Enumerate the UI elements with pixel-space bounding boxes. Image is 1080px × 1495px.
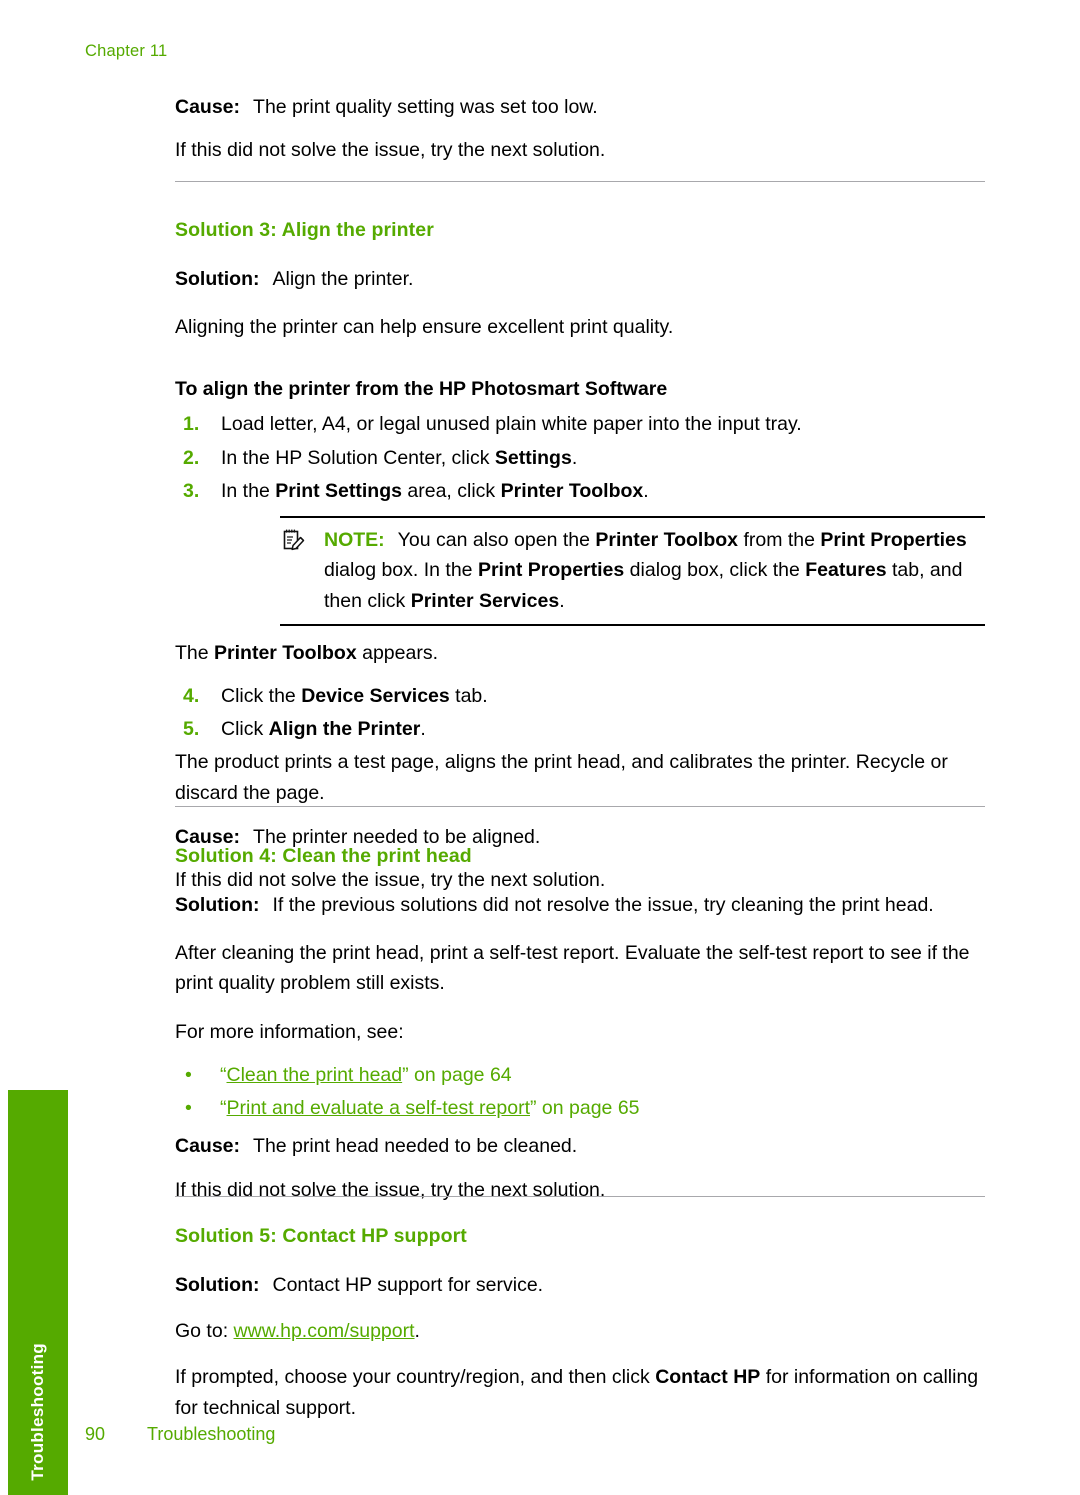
cross-reference-list: • “Clean the print head” on page 64 • “P… <box>175 1060 985 1123</box>
chapter-header: Chapter 11 <box>85 42 168 60</box>
step-text: Click the Device Services tab. <box>221 684 488 707</box>
solution-4-next-solution: If this did not solve the issue, try the… <box>175 1178 606 1201</box>
step-text: In the Print Settings area, click Printe… <box>221 479 649 502</box>
after-note-text: The Printer Toolbox appears. <box>175 641 438 664</box>
note-label: NOTE: <box>324 529 385 552</box>
section-divider-1 <box>175 181 985 182</box>
page-footer: 90 Troubleshooting <box>85 1424 275 1445</box>
cause-label: Cause: <box>175 96 241 118</box>
solution-5-final-paragraph: If prompted, choose your country/region,… <box>175 1366 979 1419</box>
solution-5-heading: Solution 5: Contact HP support <box>175 1225 467 1247</box>
list-item: 3. In the Print Settings area, click Pri… <box>175 476 985 506</box>
solution-label: Solution: <box>175 268 260 290</box>
note-text: You can also open the Printer Toolbox fr… <box>324 529 967 612</box>
step-text: In the HP Solution Center, click Setting… <box>221 446 578 469</box>
procedure-heading: To align the printer from the HP Photosm… <box>175 378 668 401</box>
procedure-steps-2: 4. Click the Device Services tab. 5. Cli… <box>175 681 985 744</box>
support-url-link[interactable]: www.hp.com/support <box>234 1320 415 1342</box>
cause-text: The print quality setting was set too lo… <box>253 96 598 118</box>
solution-3-solution-line: Solution: Align the printer. <box>175 264 985 294</box>
cause-label: Cause: <box>175 1135 241 1158</box>
solution-label: Solution: <box>175 1274 260 1296</box>
side-thumb-tab: Troubleshooting <box>8 1090 68 1495</box>
list-item: • “Print and evaluate a self-test report… <box>175 1093 985 1123</box>
cause-text: The print head needed to be cleaned. <box>253 1135 578 1158</box>
bullet-icon: • <box>185 1097 192 1120</box>
footer-section-name: Troubleshooting <box>147 1424 276 1444</box>
bullet-icon: • <box>185 1063 192 1086</box>
list-item: 4. Click the Device Services tab. <box>175 681 985 711</box>
solution-text: If the previous solutions did not resolv… <box>272 894 934 916</box>
procedure-steps-1: 1. Load letter, A4, or legal unused plai… <box>175 409 985 506</box>
see-also-lead: For more information, see: <box>175 1020 404 1043</box>
goto-tail: . <box>414 1320 420 1343</box>
step-number: 4. <box>183 684 200 707</box>
list-item: 2. In the HP Solution Center, click Sett… <box>175 443 985 473</box>
goto-lead: Go to: <box>175 1320 234 1343</box>
section-divider-2 <box>175 806 985 807</box>
note-pencil-icon <box>282 528 306 552</box>
solution-5-section: Solution 5: Contact HP support Solution:… <box>175 1225 985 1436</box>
solution-text: Align the printer. <box>272 268 414 290</box>
solution-4-paragraph: After cleaning the print head, print a s… <box>175 942 970 995</box>
step-text: Click Align the Printer. <box>221 718 426 741</box>
note-callout: NOTE: You can also open the Printer Toolb… <box>280 516 985 626</box>
solution-3-section: Solution 3: Align the printer Solution: A… <box>175 219 985 908</box>
list-item: 5. Click Align the Printer. <box>175 714 985 744</box>
step-5-continuation: The product prints a test page, aligns t… <box>175 751 948 804</box>
solution-text: Contact HP support for service. <box>272 1274 544 1296</box>
intro-cause-block: Cause: The print quality setting was set … <box>175 92 985 178</box>
solution-5-solution-line: Solution: Contact HP support for service. <box>175 1270 985 1300</box>
cross-reference-link-2[interactable]: “Print and evaluate a self-test report” … <box>220 1097 640 1119</box>
step-number: 1. <box>183 413 200 436</box>
note-content: NOTE: You can also open the Printer Toolb… <box>280 525 985 616</box>
footer-page-number: 90 <box>85 1424 106 1444</box>
solution-4-heading: Solution 4: Clean the print head <box>175 845 472 867</box>
list-item: • “Clean the print head” on page 64 <box>175 1060 985 1090</box>
list-item: 1. Load letter, A4, or legal unused plai… <box>175 409 985 439</box>
solution-3-paragraph: Aligning the printer can help ensure exc… <box>175 316 674 339</box>
intro-cause-line: Cause: The print quality setting was set … <box>175 92 985 122</box>
solution-4-solution-line: Solution: If the previous solutions did n… <box>175 890 985 920</box>
step-number: 2. <box>183 446 200 469</box>
solution-4-section: Solution 4: Clean the print head Solutio… <box>175 845 985 1218</box>
solution-label: Solution: <box>175 894 260 916</box>
solution-4-cause-line: Cause: The print head needed to be cleane… <box>175 1131 985 1161</box>
step-text: Load letter, A4, or legal unused plain w… <box>221 413 802 436</box>
step-number: 5. <box>183 718 200 741</box>
goto-url-line: Go to: www.hp.com/support. <box>175 1316 985 1346</box>
solution-3-heading: Solution 3: Align the printer <box>175 219 434 241</box>
cross-reference-link-1[interactable]: “Clean the print head” on page 64 <box>220 1064 512 1086</box>
step-number: 3. <box>183 479 200 502</box>
document-page: Chapter 11 Troubleshooting Cause: The pri… <box>0 0 1080 1495</box>
section-divider-3 <box>175 1196 985 1197</box>
side-thumb-tab-label: Troubleshooting <box>28 1343 47 1481</box>
intro-next-solution: If this did not solve the issue, try the… <box>175 139 606 162</box>
